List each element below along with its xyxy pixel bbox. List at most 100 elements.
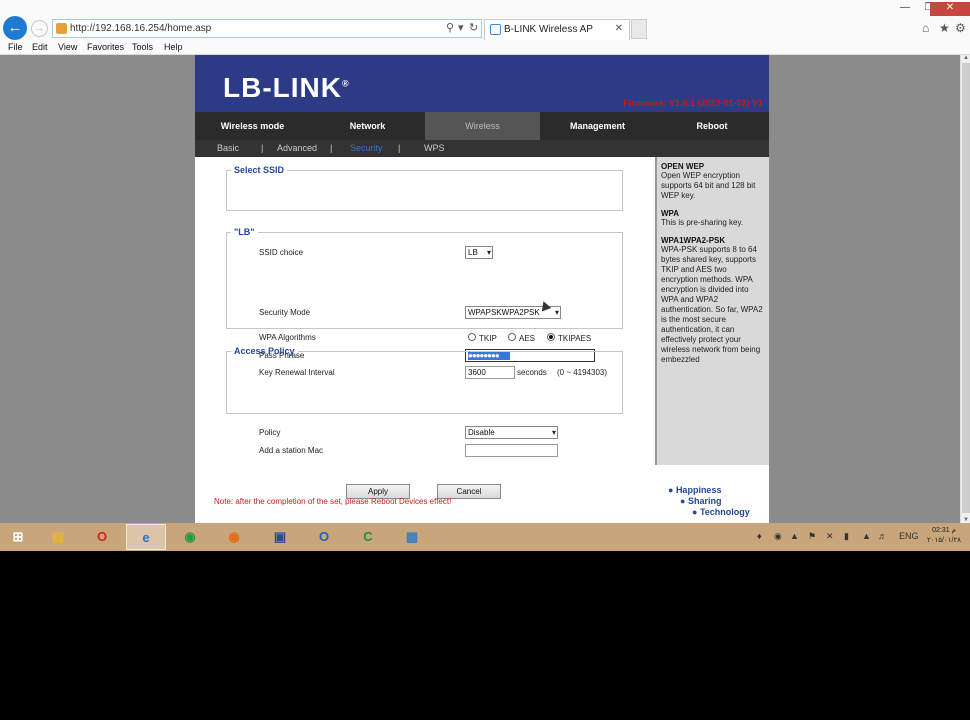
menu-help[interactable]: Help <box>164 42 183 52</box>
clock-date: ۲۰۱۵/۰۱/۲۸ <box>927 537 961 544</box>
nav-wireless[interactable]: Wireless <box>425 112 540 140</box>
nav-network[interactable]: Network <box>310 112 425 140</box>
opera-icon[interactable]: O <box>82 524 122 550</box>
help-text: WPA-PSK supports 8 to 64 bytes shared ke… <box>661 245 763 364</box>
access-policy-group: Access Policy <box>226 346 623 414</box>
minimize-icon[interactable]: — <box>894 2 916 16</box>
nav-management[interactable]: Management <box>540 112 655 140</box>
policy-label: Policy <box>259 428 281 437</box>
system-clock[interactable]: 02:31 م ۲۰۱۵/۰۱/۲۸ <box>920 526 968 546</box>
main-nav: Wireless mode Network Wireless Managemen… <box>195 112 769 140</box>
url-text[interactable]: http://192.168.16.254/home.asp <box>70 23 211 34</box>
back-button[interactable]: ← <box>3 16 27 40</box>
brand-banner: LB-LINK® Firmware: V1.0.1 (2013-01-02) V… <box>195 55 769 112</box>
tab-close-icon[interactable]: ✕ <box>615 23 623 34</box>
camtasia-icon[interactable]: C <box>348 524 388 550</box>
reboot-note: Note: after the completion of the set, p… <box>214 497 452 506</box>
subnav-divider: | <box>398 143 401 153</box>
new-tab-button[interactable] <box>631 19 647 39</box>
start-windows-icon[interactable]: ⊞ <box>0 524 36 550</box>
tkipaes-label: TKIPAES <box>558 334 592 343</box>
tray-network-icon[interactable]: ✕ <box>826 531 834 542</box>
chrome-icon[interactable]: ◉ <box>170 524 210 550</box>
tray-volume-icon[interactable]: ♬ <box>878 531 887 541</box>
subnav-wps[interactable]: WPS <box>424 143 445 153</box>
subnav-security[interactable]: Security <box>350 143 383 153</box>
tray-flag-icon[interactable]: ⚑ <box>808 531 816 542</box>
aes-radio[interactable] <box>508 333 516 341</box>
window-close-icon[interactable]: ✕ <box>930 2 970 16</box>
wpa-algorithms-label: WPA Algorithms <box>259 333 316 342</box>
nav-wireless-mode[interactable]: Wireless mode <box>195 112 310 140</box>
nav-reboot[interactable]: Reboot <box>655 112 769 140</box>
help-title: WPA <box>661 209 680 218</box>
scroll-up-icon[interactable]: ▲ <box>962 55 970 61</box>
menu-bar: File Edit View Favorites Tools Help <box>0 40 970 55</box>
help-title: OPEN WEP <box>661 162 705 171</box>
select-ssid-legend: Select SSID <box>234 165 285 175</box>
menu-file[interactable]: File <box>8 42 23 52</box>
security-mode-label: Security Mode <box>259 308 311 317</box>
clock-time: 02:31 م <box>932 527 956 534</box>
page-icon <box>56 23 67 34</box>
outlook-icon[interactable]: O <box>304 524 344 550</box>
tray-shield-icon[interactable]: ▲ <box>790 531 799 541</box>
help-panel: OPEN WEP Open WEP encryption supports 64… <box>655 157 769 465</box>
select-ssid-group: Select SSID <box>226 165 623 211</box>
tkipaes-radio[interactable] <box>547 333 555 341</box>
scroll-thumb[interactable] <box>962 63 970 513</box>
menu-tools[interactable]: Tools <box>132 42 153 52</box>
menu-view[interactable]: View <box>58 42 77 52</box>
tray-battery-icon[interactable]: ▮ <box>844 531 849 542</box>
file-explorer-icon[interactable]: ▤ <box>38 524 78 550</box>
menu-favorites[interactable]: Favorites <box>87 42 124 52</box>
slogan-sharing: ● Sharing <box>680 496 722 506</box>
tkip-label: TKIP <box>479 334 497 343</box>
router-page: LB-LINK® Firmware: V1.0.1 (2013-01-02) V… <box>195 55 769 523</box>
firmware-version: Firmware: V1.0.1 (2013-01-02) V1 <box>623 98 763 108</box>
subnav-basic[interactable]: Basic <box>217 143 239 153</box>
sub-nav: Basic | Advanced | Security | WPS <box>195 140 769 157</box>
aes-label: AES <box>519 334 536 343</box>
tray-signal-icon[interactable]: ▲ <box>862 531 871 541</box>
tab-b-link[interactable]: B-LINK Wireless AP ✕ <box>484 19 630 40</box>
remote-desktop-icon[interactable]: ▩ <box>392 524 432 550</box>
tab-title: B-LINK Wireless AP <box>504 24 593 35</box>
windows-taskbar: ⊞ ▤ O e ◉ ◉ ▣ O C ▩ ♦ ◉ ▲ ⚑ ✕ ▮ ▲ ♬ ENG … <box>0 523 970 551</box>
add-station-mac-label: Add a station Mac <box>259 446 324 455</box>
favorites-star-icon[interactable]: ★ <box>939 21 950 35</box>
access-policy-legend: Access Policy <box>234 346 295 356</box>
subnav-advanced[interactable]: Advanced <box>277 143 317 153</box>
menu-edit[interactable]: Edit <box>32 42 48 52</box>
settings-content: Select SSID SSID choice LB ▾ "LB" Securit… <box>195 157 655 499</box>
dropdown-icon[interactable]: ▾ <box>458 21 464 34</box>
settings-gear-icon[interactable]: ⚙ <box>955 21 966 35</box>
forward-button[interactable]: → <box>31 20 48 37</box>
internet-explorer-icon[interactable]: e <box>126 524 166 550</box>
browser-titlebar: ← → http://192.168.16.254/home.asp ⚲ ▾ ↻… <box>0 0 970 40</box>
page-scrollbar[interactable]: ▲ ▼ <box>960 55 970 523</box>
web-viewport: LB-LINK® Firmware: V1.0.1 (2013-01-02) V… <box>0 55 970 523</box>
tab-favicon-icon <box>490 24 501 35</box>
slogan-technology: ● Technology <box>692 507 750 517</box>
lb-link-logo: LB-LINK® <box>223 72 350 103</box>
security-legend: "LB" <box>234 227 255 237</box>
network-app-icon[interactable]: ▣ <box>260 524 300 550</box>
tray-bell-icon[interactable]: ♦ <box>757 531 762 541</box>
home-icon[interactable]: ⌂ <box>922 21 929 35</box>
help-text: Open WEP encryption supports 64 bit and … <box>661 171 756 200</box>
subnav-divider: | <box>330 143 333 153</box>
add-station-mac-input[interactable] <box>465 444 558 457</box>
refresh-icon[interactable]: ↻ <box>469 21 478 34</box>
subnav-divider: | <box>261 143 264 153</box>
address-bar[interactable]: http://192.168.16.254/home.asp ⚲ ▾ ↻ <box>52 19 482 38</box>
firefox-icon[interactable]: ◉ <box>214 524 254 550</box>
tray-chrome-icon[interactable]: ◉ <box>774 531 782 542</box>
search-icon[interactable]: ⚲ <box>446 21 454 34</box>
policy-select[interactable]: Disable ▾ <box>465 426 558 439</box>
language-indicator[interactable]: ENG <box>899 531 919 541</box>
slogan-happiness: ● Happiness <box>668 485 722 495</box>
help-text: This is pre-sharing key. <box>661 218 744 227</box>
tkip-radio[interactable] <box>468 333 476 341</box>
help-title: WPA1WPA2-PSK <box>661 236 726 245</box>
